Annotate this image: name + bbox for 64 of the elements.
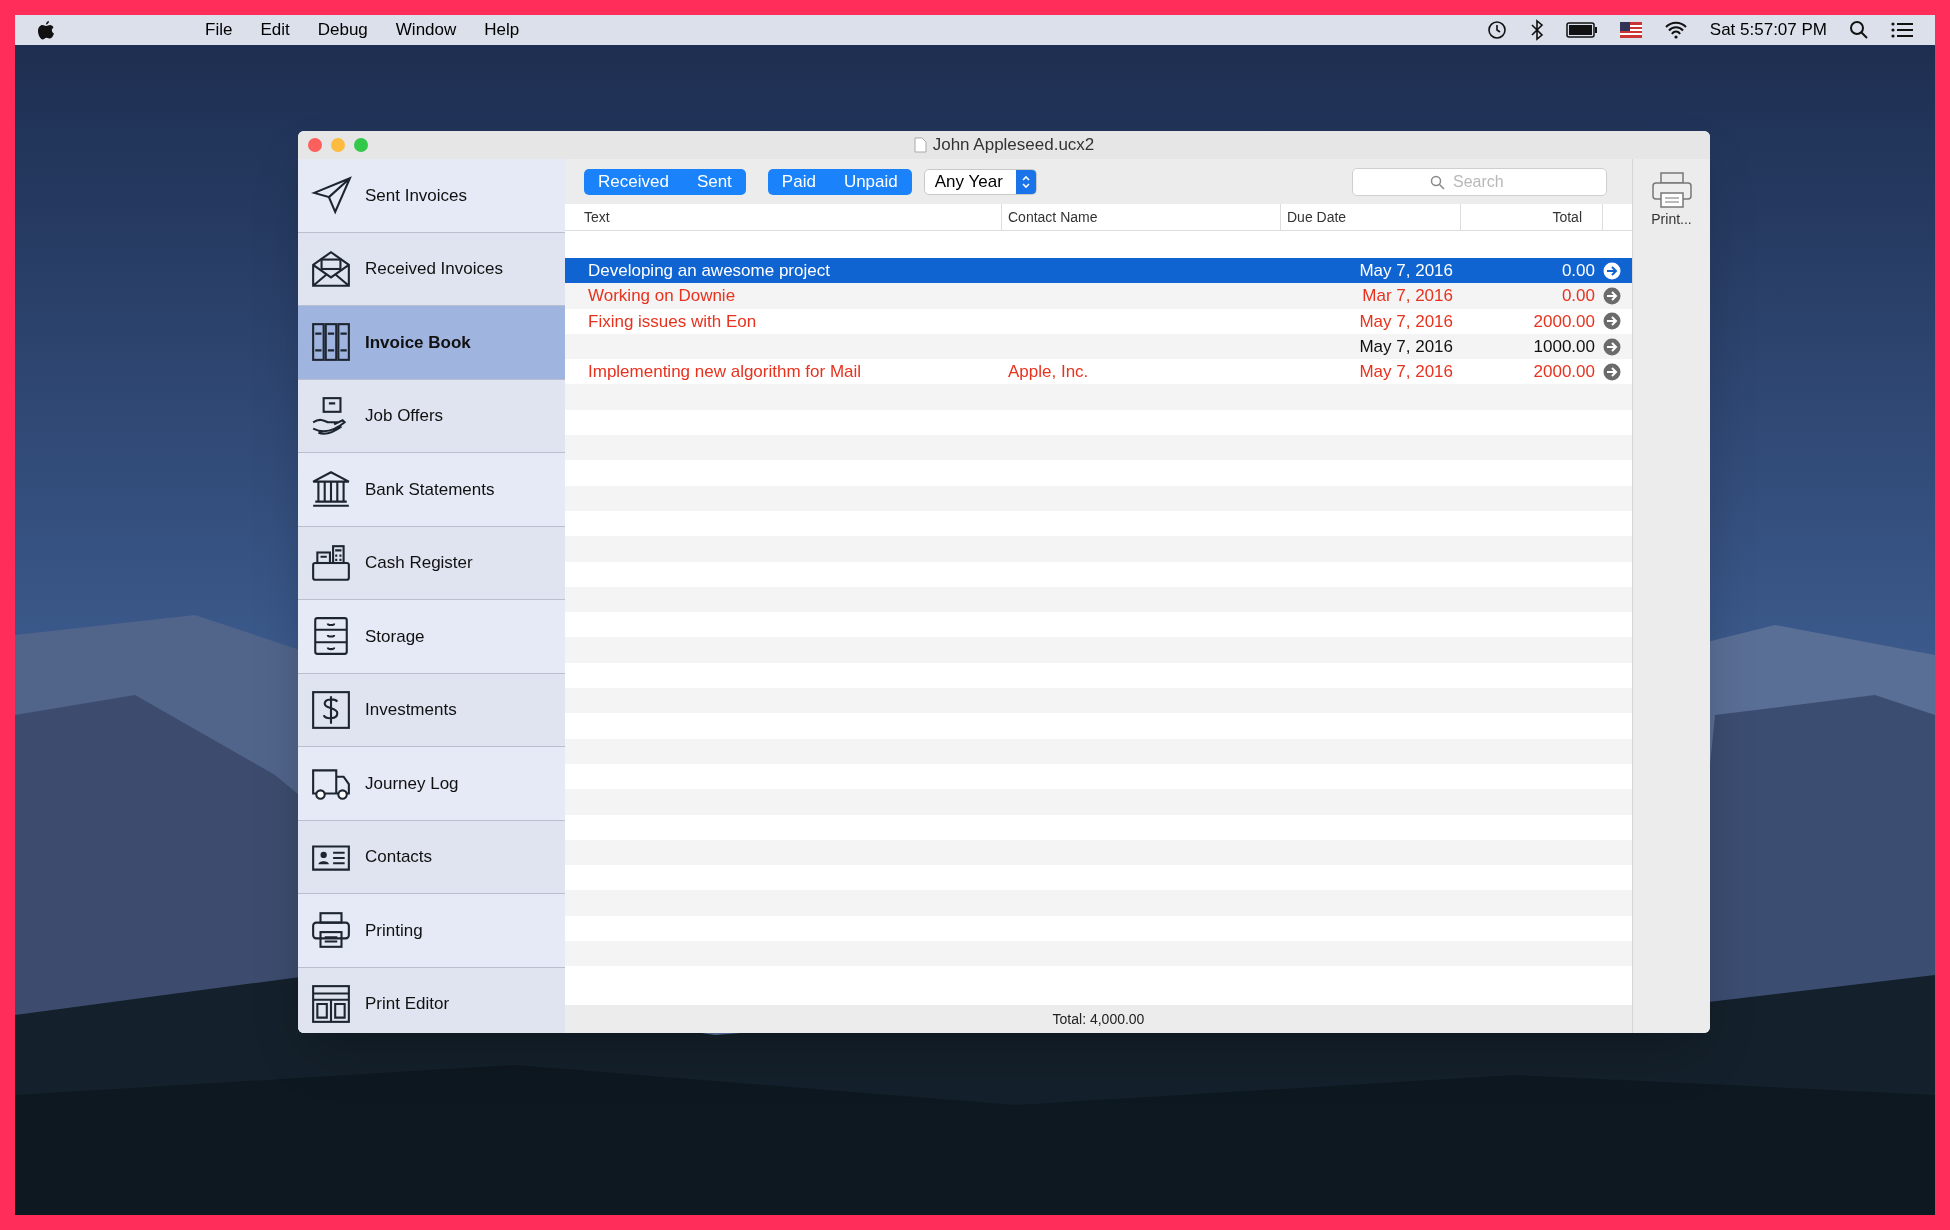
search-icon[interactable] <box>1849 20 1869 40</box>
table-row[interactable]: Working on Downie Mar 7, 2016 0.00 <box>565 283 1632 309</box>
flag-icon[interactable] <box>1619 22 1642 38</box>
table-cell-text: 2000.00 <box>1533 361 1595 384</box>
column-header[interactable]: Contact Name <box>1008 206 1098 228</box>
table-cell: Working on Downie <box>588 286 736 306</box>
table-cell-text: May 7, 2016 <box>1359 361 1453 384</box>
books-icon <box>310 321 352 364</box>
filter-toggle[interactable]: Unpaid <box>829 168 912 195</box>
menu-item[interactable]: Debug <box>317 17 368 43</box>
table-row[interactable]: May 7, 2016 1000.00 <box>565 333 1632 360</box>
table-cell-text: May 7, 2016 <box>1359 335 1453 358</box>
menu-item[interactable]: File <box>205 17 233 43</box>
clock-icon[interactable] <box>1485 19 1508 41</box>
arrow-circle-icon[interactable] <box>1603 337 1621 356</box>
menu-item[interactable]: Edit <box>260 17 290 43</box>
wifi-icon[interactable] <box>1663 21 1688 39</box>
arrow-circle-icon[interactable] <box>1603 261 1621 280</box>
column-header[interactable]: Due Date <box>1287 206 1347 228</box>
layout-icon <box>310 982 352 1025</box>
table-cell: Implementing new algorithm for Mail <box>588 362 862 382</box>
column-header[interactable]: Text <box>584 206 610 228</box>
printer-icon <box>1649 171 1694 209</box>
print-button[interactable]: Print... <box>1649 171 1694 230</box>
list-icon[interactable] <box>1891 22 1913 38</box>
table-cell: Developing an awesome project <box>588 260 830 280</box>
paper-plane-icon <box>310 174 352 217</box>
table-cell: Fixing issues with Eon <box>588 311 757 331</box>
year-popup[interactable]: Any Year <box>923 168 1037 195</box>
sidebar-item[interactable]: Printing <box>298 894 565 968</box>
filter-toggle[interactable]: Received <box>584 168 683 195</box>
table-cell-text: 1000.00 <box>1533 335 1595 358</box>
table-cell: Apple, Inc. <box>1008 362 1089 382</box>
search-field[interactable]: Search <box>1352 167 1607 196</box>
column-header[interactable]: Total <box>1552 206 1582 228</box>
search-icon <box>1430 174 1445 190</box>
menu-bar-clock[interactable]: Sat 5:57:07 PM <box>1709 17 1827 43</box>
filter-toggle[interactable]: Paid <box>767 168 830 195</box>
total-label: Total: 4,000.00 <box>1052 1009 1145 1029</box>
sidebar-item[interactable]: Journey Log <box>298 747 565 821</box>
document-icon <box>913 137 927 153</box>
menu-item[interactable]: Window <box>395 17 457 43</box>
table-cell-text: Mar 7, 2016 <box>1362 285 1453 308</box>
table-cell-text: 2000.00 <box>1533 310 1595 333</box>
apple-icon[interactable] <box>37 20 55 40</box>
table-cell-text: May 7, 2016 <box>1359 259 1453 282</box>
stepper-icon <box>1020 173 1031 190</box>
arrow-circle-icon[interactable] <box>1603 362 1621 381</box>
sidebar-item[interactable]: Sent Invoices <box>298 159 565 233</box>
table-cell-text: 0.00 <box>1561 259 1595 282</box>
table-cell-text: 0.00 <box>1561 285 1595 308</box>
dollar-icon <box>310 688 352 731</box>
sidebar-item[interactable]: Bank Statements <box>298 453 565 527</box>
sidebar-item[interactable]: Storage <box>298 600 565 674</box>
table-cell-text: May 7, 2016 <box>1359 310 1453 333</box>
battery-icon[interactable] <box>1565 22 1598 38</box>
sidebar-item[interactable]: Invoice Book <box>298 306 565 380</box>
bluetooth-icon[interactable] <box>1529 19 1544 41</box>
filter-toggle[interactable]: Sent <box>682 168 746 195</box>
arrow-circle-icon[interactable] <box>1603 286 1621 305</box>
table-row[interactable]: Developing an awesome project May 7, 2016 0.00 <box>565 258 1632 284</box>
menu-item[interactable]: Help <box>484 17 520 43</box>
arrow-circle-icon[interactable] <box>1603 312 1621 331</box>
window-title: John Appleseed.ucx2 <box>932 134 1095 157</box>
